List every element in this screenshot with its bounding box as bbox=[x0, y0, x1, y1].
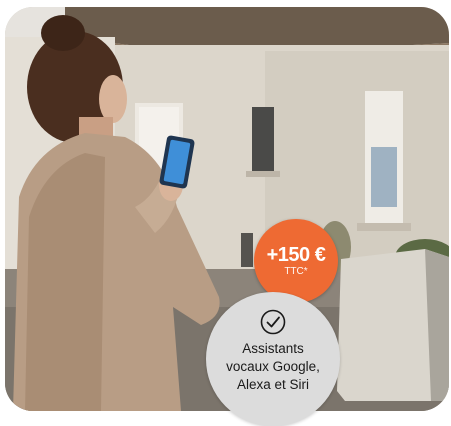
price-badge: +150 € TTC* bbox=[254, 219, 338, 303]
feature-line-3: Alexa et Siri bbox=[236, 377, 310, 392]
voice-assistant-badge: Assistants vocaux Google, Alexa et Siri bbox=[206, 292, 340, 426]
price-note: TTC* bbox=[284, 266, 308, 277]
feature-line-1: Assistants bbox=[242, 341, 304, 356]
price-amount: +150 € bbox=[266, 244, 326, 266]
feature-line-2: vocaux Google, bbox=[226, 359, 320, 374]
check-circle-icon bbox=[260, 309, 286, 335]
feature-text: Assistants vocaux Google, Alexa et Siri bbox=[212, 340, 334, 394]
